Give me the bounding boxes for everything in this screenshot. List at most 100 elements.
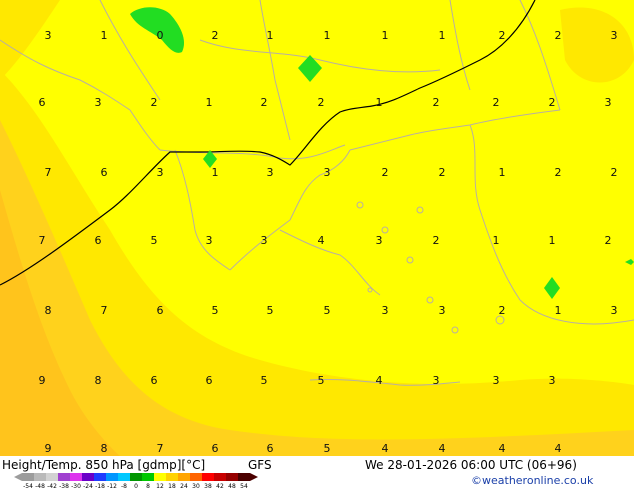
scale-tick-label: 18 (168, 483, 176, 490)
scale-color-step (214, 473, 226, 481)
scale-color-step (154, 473, 166, 481)
scale-color-step (34, 473, 46, 481)
scale-tick-label: 38 (204, 483, 212, 490)
grid-value: 5 (151, 234, 158, 247)
grid-value: 6 (212, 442, 219, 455)
scale-color-step (46, 473, 58, 481)
grid-value: 2 (499, 304, 506, 317)
grid-value: 8 (101, 442, 108, 455)
grid-value: 2 (433, 96, 440, 109)
grid-value: 1 (206, 96, 213, 109)
grid-value: 3 (493, 374, 500, 387)
scale-tick-label: 48 (228, 483, 236, 490)
grid-value: 3 (157, 166, 164, 179)
grid-value: 3 (376, 234, 383, 247)
grid-value: 8 (45, 304, 52, 317)
scale-color-step (118, 473, 130, 481)
grid-value: 2 (611, 166, 618, 179)
grid-value: 3 (324, 166, 331, 179)
scale-color-step (94, 473, 106, 481)
grid-value: 0 (157, 29, 164, 42)
grid-value: 4 (376, 374, 383, 387)
grid-value: 6 (206, 374, 213, 387)
grid-value: 1 (267, 29, 274, 42)
weather-map: 3102111122363212212223763133221227653343… (0, 0, 634, 490)
scale-color-step (226, 473, 238, 481)
grid-value: 7 (101, 304, 108, 317)
grid-value: 3 (382, 304, 389, 317)
grid-value: 6 (151, 374, 158, 387)
grid-value: 5 (324, 442, 331, 455)
grid-value: 1 (493, 234, 500, 247)
grid-value: 5 (261, 374, 268, 387)
scale-tick-label: 0 (134, 483, 138, 490)
grid-value: 5 (212, 304, 219, 317)
grid-value: 3 (45, 29, 52, 42)
grid-value: 3 (611, 29, 618, 42)
grid-value: 2 (499, 29, 506, 42)
scale-color-step (142, 473, 154, 481)
grid-value: 7 (39, 234, 46, 247)
scale-color-step (82, 473, 94, 481)
scale-tick-label: -48 (35, 483, 45, 490)
map-footer: Height/Temp. 850 hPa [gdmp][°C] GFS We 2… (0, 456, 634, 490)
grid-value: 4 (382, 442, 389, 455)
grid-value: 6 (267, 442, 274, 455)
scale-color-step (130, 473, 142, 481)
grid-value: 4 (439, 442, 446, 455)
grid-value: 2 (605, 234, 612, 247)
scale-color-step (190, 473, 202, 481)
scale-color-step (238, 473, 250, 481)
scale-tick-label: -54 (23, 483, 33, 490)
grid-value: 1 (376, 96, 383, 109)
grid-value: 4 (499, 442, 506, 455)
grid-value: 1 (382, 29, 389, 42)
grid-value: 3 (267, 166, 274, 179)
grid-value: 6 (101, 166, 108, 179)
scale-tick-label: 24 (180, 483, 188, 490)
grid-value: 6 (95, 234, 102, 247)
scale-color-step (166, 473, 178, 481)
grid-value: 2 (318, 96, 325, 109)
grid-value: 1 (555, 304, 562, 317)
grid-value: 5 (324, 304, 331, 317)
grid-value: 4 (555, 442, 562, 455)
scale-color-step (202, 473, 214, 481)
grid-value: 2 (433, 234, 440, 247)
grid-value: 3 (611, 304, 618, 317)
grid-value: 3 (433, 374, 440, 387)
grid-value: 1 (549, 234, 556, 247)
site-credit[interactable]: ©weatheronline.co.uk (471, 474, 593, 487)
grid-value: 8 (95, 374, 102, 387)
grid-value: 3 (605, 96, 612, 109)
grid-value: 7 (45, 166, 52, 179)
grid-value: 1 (499, 166, 506, 179)
scale-arrow-left (14, 473, 22, 481)
scale-tick-label: -30 (71, 483, 81, 490)
grid-value: 6 (157, 304, 164, 317)
map-title: Height/Temp. 850 hPa [gdmp][°C] (2, 458, 206, 472)
scale-tick-label: 42 (216, 483, 224, 490)
grid-value: 5 (318, 374, 325, 387)
scale-tick-label: -24 (83, 483, 93, 490)
model-name: GFS (248, 458, 272, 472)
grid-value: 6 (39, 96, 46, 109)
grid-value: 3 (261, 234, 268, 247)
grid-value: 2 (151, 96, 158, 109)
grid-value: 2 (493, 96, 500, 109)
grid-value: 2 (555, 29, 562, 42)
scale-tick-label: 12 (156, 483, 164, 490)
scale-color-step (70, 473, 82, 481)
valid-time: We 28-01-2026 06:00 UTC (06+96) (365, 458, 577, 472)
grid-value: 5 (267, 304, 274, 317)
map-canvas: 3 1 0 2 1 1 1 1 2 2 3 6 3 2 1 2 2 1 2 2 2 3 7 6 3 1 3 3 2 2 1 2 2 7 6 5 3 3 4 3… (0, 0, 634, 456)
grid-value: 3 (95, 96, 102, 109)
scale-tick-label: 54 (240, 483, 248, 490)
scale-tick-label: -8 (121, 483, 127, 490)
grid-value: 9 (45, 442, 52, 455)
scale-tick-label: 30 (192, 483, 200, 490)
grid-value: 2 (382, 166, 389, 179)
grid-value: 9 (39, 374, 46, 387)
scale-tick-label: -18 (95, 483, 105, 490)
scale-tick-label: -42 (47, 483, 57, 490)
